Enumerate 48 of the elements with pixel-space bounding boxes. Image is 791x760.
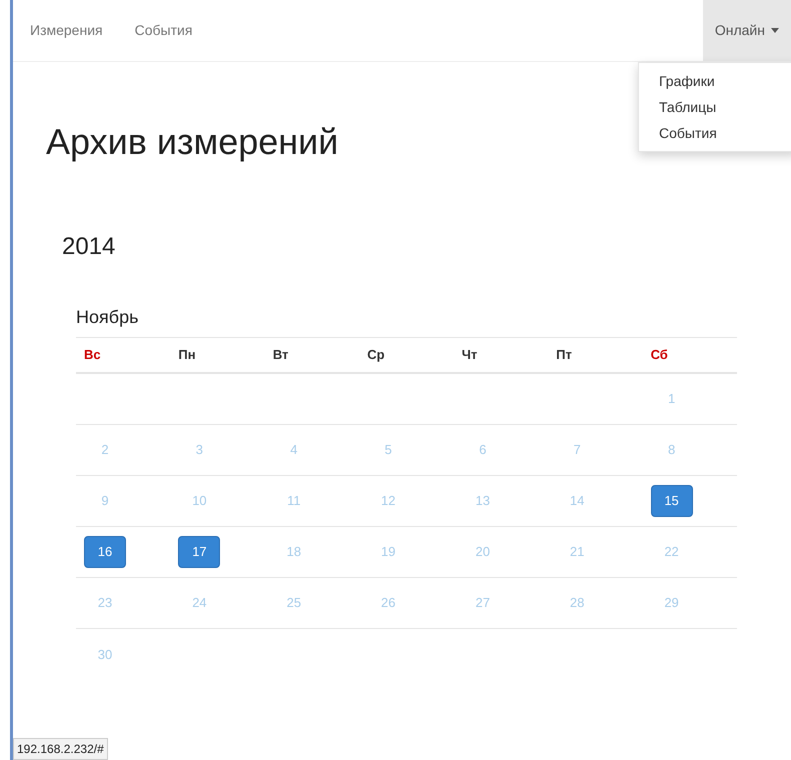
- calendar-day[interactable]: 23: [84, 587, 126, 619]
- calendar-day[interactable]: 3: [178, 434, 220, 466]
- calendar-day[interactable]: 14: [556, 485, 598, 517]
- caret-icon: [771, 28, 779, 33]
- calendar-day[interactable]: 6: [462, 434, 504, 466]
- calendar-day[interactable]: 15: [650, 485, 693, 517]
- weekday-label: Чт: [462, 347, 478, 362]
- calendar-day[interactable]: 12: [367, 485, 410, 517]
- nav-link[interactable]: События: [118, 0, 208, 61]
- calendar-day[interactable]: 2: [84, 434, 126, 466]
- calendar-day[interactable]: 25: [272, 587, 315, 619]
- calendar-day[interactable]: 18: [272, 536, 315, 568]
- calendar-day[interactable]: 20: [462, 536, 504, 568]
- status-url: 192.168.2.232/#: [13, 738, 108, 760]
- weekday-label: Сб: [650, 347, 668, 362]
- dropdown-item[interactable]: Таблицы: [639, 94, 791, 120]
- weekday-label: Вт: [272, 347, 288, 362]
- calendar-day[interactable]: 11: [272, 485, 315, 517]
- calendar-day[interactable]: 19: [367, 536, 410, 568]
- nav-dropdown[interactable]: Онлайн: [702, 0, 791, 61]
- dropdown-item[interactable]: События: [639, 120, 791, 146]
- calendar-day[interactable]: 9: [84, 485, 126, 517]
- weekday-label: Пт: [556, 347, 572, 362]
- calendar-day[interactable]: 27: [462, 587, 504, 619]
- calendar-day[interactable]: 5: [367, 434, 410, 466]
- month-title: Ноябрь: [76, 308, 140, 326]
- calendar-day[interactable]: 21: [556, 536, 598, 568]
- calendar-day[interactable]: 26: [367, 587, 410, 619]
- calendar-day[interactable]: 17: [178, 536, 220, 568]
- year-heading: 2014: [62, 235, 116, 259]
- page-title: Архив измерений: [46, 124, 338, 160]
- dropdown-item[interactable]: Графики: [639, 68, 791, 94]
- calendar-day[interactable]: 16: [84, 536, 126, 568]
- calendar-day[interactable]: 30: [84, 638, 126, 670]
- weekday-label: Ср: [367, 347, 385, 362]
- calendar-day[interactable]: 29: [650, 587, 693, 619]
- calendar-day[interactable]: 8: [650, 434, 693, 466]
- nav-link[interactable]: Измерения: [13, 0, 119, 61]
- calendar-day[interactable]: 7: [556, 434, 598, 466]
- weekday-label: Пн: [178, 347, 196, 362]
- calendar-day[interactable]: 1: [650, 383, 693, 415]
- calendar-day[interactable]: 10: [178, 485, 220, 517]
- calendar-day[interactable]: 4: [272, 434, 315, 466]
- calendar-day[interactable]: 24: [178, 587, 220, 619]
- calendar-day[interactable]: 28: [556, 587, 598, 619]
- weekday-label: Вс: [84, 347, 101, 362]
- calendar-day[interactable]: 22: [650, 536, 693, 568]
- calendar-day[interactable]: 13: [462, 485, 504, 517]
